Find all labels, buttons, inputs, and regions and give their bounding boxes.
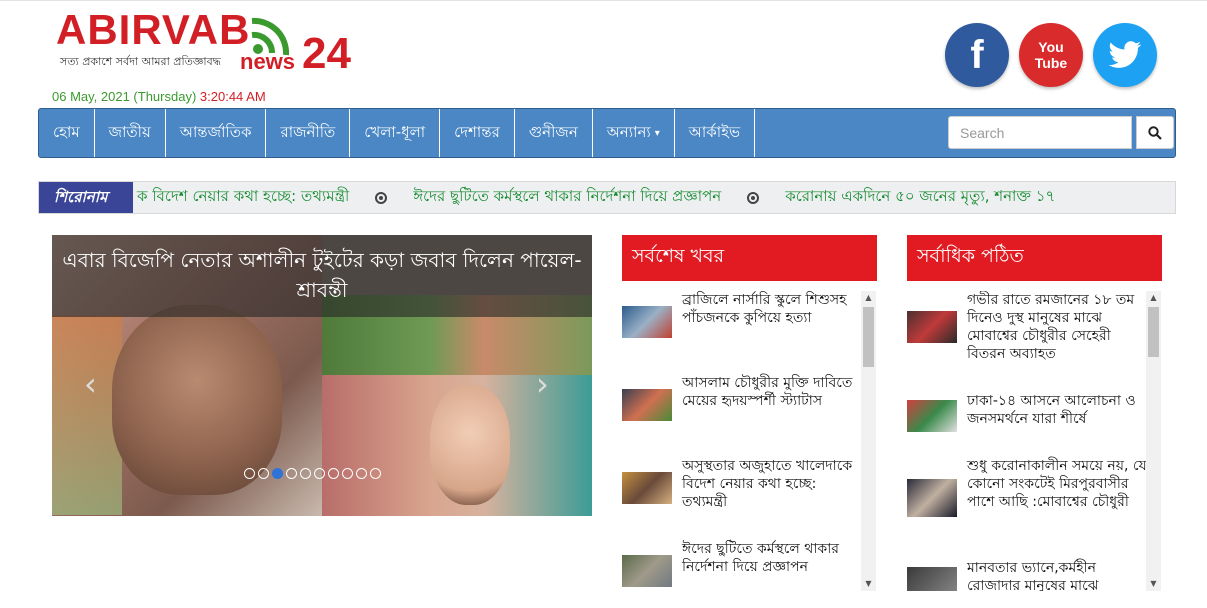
date-time: 06 May, 2021 (Thursday) 3:20:44 AM (52, 89, 266, 104)
ticker-item[interactable]: করোনায় একদিনে ৫০ জনের মৃত্যু, শনাক্ত ১৭ (785, 185, 1055, 210)
news-thumbnail (907, 479, 957, 517)
logo-wordmark: ABIRVAB (56, 6, 251, 53)
slide-caption[interactable]: এবার বিজেপি নেতার অশালীন টুইটের কড়া জবা… (52, 235, 592, 317)
nav-eminent[interactable]: গুনীজন (515, 109, 593, 157)
latest-news-scrollbar[interactable]: ▲ ▼ (861, 291, 876, 591)
bullet-icon (747, 191, 760, 204)
logo-news: news (240, 49, 296, 74)
slider-dot[interactable] (314, 468, 325, 479)
news-thumbnail (622, 472, 672, 504)
facebook-button[interactable]: f (945, 23, 1009, 87)
current-date: 06 May, 2021 (Thursday) (52, 89, 197, 104)
chevron-right-icon[interactable]: › (536, 365, 549, 403)
scroll-thumb[interactable] (863, 307, 874, 367)
scroll-up-icon[interactable]: ▲ (1146, 291, 1161, 305)
ticker-item[interactable]: ঈদের ছুটিতে কর্মস্থলে থাকার নির্দেশনা দি… (413, 185, 721, 210)
nav-national[interactable]: জাতীয় (95, 109, 166, 157)
slider-dot[interactable] (370, 468, 381, 479)
news-title[interactable]: আসলাম চৌধুরীর মুক্তি দাবিতে মেয়ের হৃদয়… (682, 374, 862, 410)
most-read-heading: সর্বাধিক পঠিত (907, 235, 1162, 281)
twitter-bird-icon (1108, 41, 1142, 68)
news-title[interactable]: ঢাকা-১৪ আসনে আলোচনা ও জনসমর্থনে যারা শীর… (967, 392, 1147, 428)
slider-dot[interactable] (328, 468, 339, 479)
most-read-list: গভীর রাতে রমজানের ১৮ তম দিনেও দুস্থ মানু… (907, 291, 1147, 591)
news-title[interactable]: ব্রাজিলে নার্সারি স্কুলে শিশুসহ পাঁচজনকে… (682, 291, 862, 327)
nav-politics[interactable]: রাজনীতি (266, 109, 351, 157)
news-thumbnail (622, 389, 672, 421)
chevron-down-icon: ▾ (654, 127, 660, 139)
ticker-track: ক বিদেশ নেয়ার কথা হচ্ছে: তথ্যমন্ত্রী ঈদ… (137, 182, 1055, 213)
slide-image-person (112, 305, 282, 495)
scroll-thumb[interactable] (1148, 307, 1159, 357)
youtube-icon-top: You (1038, 39, 1064, 55)
nav-others-label: অন্যান্য (606, 122, 651, 141)
slider-dot[interactable] (286, 468, 297, 479)
scroll-down-icon[interactable]: ▼ (1146, 577, 1161, 591)
search-icon (1148, 125, 1162, 140)
slider-dot[interactable] (258, 468, 269, 479)
news-title[interactable]: মানবতার ভ্যানে,কর্মহীন রোজাদার মানুষের ম… (967, 559, 1147, 591)
nav-home[interactable]: হোম (39, 109, 95, 157)
latest-news-list: ব্রাজিলে নার্সারি স্কুলে শিশুসহ পাঁচজনকে… (622, 291, 862, 591)
current-time: 3:20:44 AM (199, 89, 266, 104)
featured-slider[interactable]: এবার বিজেপি নেতার অশালীন টুইটের কড়া জবা… (52, 235, 592, 516)
news-title[interactable]: শুধু করোনাকালীন সময়ে নয়, যে কোনো সংকটে… (967, 457, 1147, 511)
chevron-left-icon[interactable]: ‹ (84, 365, 97, 403)
latest-news-heading: সর্বশেষ খবর (622, 235, 877, 281)
slider-dot[interactable] (342, 468, 353, 479)
slider-dot-active[interactable] (272, 468, 283, 479)
news-title[interactable]: অসুস্থতার অজুহাতে খালেদাকে বিদেশ নেয়ার … (682, 457, 862, 511)
ticker-label: শিরোনাম (39, 182, 133, 213)
news-thumbnail (907, 400, 957, 432)
nav-countrywide[interactable]: দেশান্তর (440, 109, 515, 157)
news-title[interactable]: গভীর রাতে রমজানের ১৮ তম দিনেও দুস্থ মানু… (967, 291, 1147, 363)
ticker-item[interactable]: ক বিদেশ নেয়ার কথা হচ্ছে: তথ্যমন্ত্রী (137, 185, 349, 210)
nav-others-dropdown[interactable]: অন্যান্য ▾ (593, 109, 675, 157)
slider-dot[interactable] (244, 468, 255, 479)
news-thumbnail (907, 311, 957, 343)
news-thumbnail (907, 567, 957, 591)
search-button[interactable] (1136, 116, 1174, 149)
most-read-scrollbar[interactable]: ▲ ▼ (1146, 291, 1161, 591)
news-thumbnail (622, 306, 672, 338)
slide-image-actress (430, 385, 510, 505)
scroll-down-icon[interactable]: ▼ (861, 577, 876, 591)
news-title[interactable]: ঈদের ছুটিতে কর্মস্থলে থাকার নির্দেশনা দি… (682, 540, 862, 576)
slider-dot[interactable] (356, 468, 367, 479)
slider-dot[interactable] (300, 468, 311, 479)
nav-international[interactable]: আন্তর্জাতিক (166, 109, 267, 157)
nav-sports[interactable]: খেলা-ধূলা (350, 109, 441, 157)
scroll-up-icon[interactable]: ▲ (861, 291, 876, 305)
bullet-icon (375, 191, 388, 204)
twitter-button[interactable] (1093, 23, 1157, 87)
logo-tagline: সত্য প্রকাশে সর্বদা আমরা প্রতিজ্ঞাবদ্ধ (60, 55, 221, 68)
nav-archive[interactable]: আর্কাইভ (675, 109, 756, 157)
facebook-icon: f (970, 32, 984, 77)
slider-dots (244, 468, 381, 479)
site-logo[interactable]: ABIRVAB সত্য প্রকাশে সর্বদা আমরা প্রতিজ্… (56, 7, 356, 87)
logo-number: 24 (302, 29, 351, 78)
headline-ticker: শিরোনাম ক বিদেশ নেয়ার কথা হচ্ছে: তথ্যমন… (38, 181, 1176, 214)
news-thumbnail (622, 555, 672, 587)
youtube-button[interactable]: You Tube (1019, 23, 1083, 87)
youtube-icon-bottom: Tube (1034, 55, 1068, 71)
search-input[interactable]: Search (948, 116, 1132, 149)
